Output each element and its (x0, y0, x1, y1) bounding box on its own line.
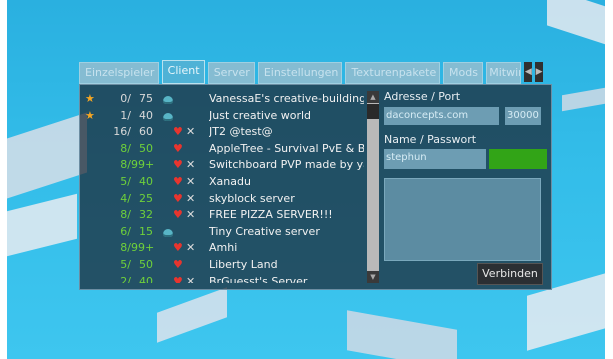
server-name: Switchboard PVP made by ya (209, 158, 364, 172)
cloud (347, 310, 457, 359)
server-name: VanessaE's creative-building (209, 92, 364, 105)
address-input[interactable]: daconcepts.com (384, 107, 499, 125)
player-count: 5/50 (120, 257, 153, 271)
damage-heart-icon: ♥ (173, 191, 183, 205)
client-panel: ★ 0/75 VanessaE's creative-building ★ 1/40 Ju… (79, 84, 552, 290)
server-name: Amhi (209, 241, 238, 255)
damage-heart-icon: ♥ (173, 241, 183, 255)
player-count: 8/99+ (120, 158, 155, 172)
server-row[interactable]: 16/60 ♥ ✕ JT2 @test@ (85, 124, 364, 141)
player-count: 2/40 (120, 274, 153, 283)
player-count: 5/40 (120, 174, 153, 188)
creative-mode-icon (163, 108, 173, 125)
damage-heart-icon: ♥ (173, 125, 183, 139)
port-input[interactable]: 30000 (505, 107, 541, 125)
server-name: Just creative world (209, 108, 312, 122)
damage-heart-icon: ♥ (173, 174, 183, 188)
server-name: Liberty Land (209, 257, 278, 271)
pvp-swords-icon: ✕ (186, 158, 196, 172)
server-name: skyblock server (209, 191, 295, 205)
tab-client[interactable]: Client (161, 60, 205, 84)
damage-heart-icon: ♥ (173, 257, 183, 271)
server-name: AppleTree - Survival PvE & B (209, 141, 364, 155)
player-count: 4/25 (120, 191, 153, 205)
password-input[interactable] (489, 149, 547, 169)
tab-einzelspieler[interactable]: Einzelspieler (79, 62, 159, 84)
damage-heart-icon: ♥ (173, 208, 183, 222)
player-count: 1/40 (120, 108, 153, 122)
server-row[interactable]: ★ 0/75 VanessaE's creative-building (85, 91, 364, 108)
tab-texturenpakete[interactable]: Texturenpakete (345, 62, 441, 84)
tab-einstellungen[interactable]: Einstellungen (257, 62, 343, 84)
tab-server[interactable]: Server (207, 62, 255, 84)
pvp-swords-icon: ✕ (186, 241, 196, 255)
tab-mods[interactable]: Mods (443, 62, 484, 84)
player-count: 8/50 (120, 141, 153, 155)
server-list[interactable]: ★ 0/75 VanessaE's creative-building ★ 1/40 Ju… (85, 91, 364, 283)
cloud (7, 193, 77, 262)
server-row[interactable]: ★ 1/40 Just creative world (85, 108, 364, 125)
server-row[interactable]: 5/40 ♥ ✕ Xanadu (85, 174, 364, 191)
scroll-up-icon[interactable]: ▲ (367, 91, 379, 103)
server-description-box (384, 178, 541, 261)
player-count: 8/99+ (120, 241, 155, 255)
server-row[interactable]: 8/50 ♥ AppleTree - Survival PvE & B (85, 141, 364, 158)
pvp-swords-icon: ✕ (186, 174, 196, 188)
cloud (562, 84, 605, 112)
server-row[interactable]: 8/32 ♥ ✕ FREE PIZZA SERVER!!! (85, 207, 364, 224)
server-row[interactable]: 6/15 Tiny Creative server (85, 224, 364, 241)
server-row[interactable]: 2/40 ♥ ✕ BrGuesst's Server (85, 274, 364, 283)
pvp-swords-icon: ✕ (186, 208, 196, 222)
scrollbar-thumb[interactable] (367, 104, 379, 119)
main-menu-tabs: Einzelspieler Client Server Einstellunge… (79, 60, 544, 84)
pvp-swords-icon: ✕ (186, 191, 196, 205)
address-port-label: Adresse / Port (384, 90, 461, 103)
player-count: 8/32 (120, 208, 153, 222)
tab-scroll-left-icon[interactable]: ◀ (524, 62, 533, 82)
player-count: 0/75 (120, 92, 153, 105)
server-name: Tiny Creative server (209, 224, 320, 238)
scroll-down-icon[interactable]: ▼ (367, 271, 379, 283)
server-name: Xanadu (209, 174, 251, 188)
damage-heart-icon: ♥ (173, 274, 183, 283)
cloud (157, 287, 227, 343)
server-list-scrollbar[interactable]: ▲ ▼ (367, 91, 379, 283)
pvp-swords-icon: ✕ (186, 125, 196, 139)
pvp-swords-icon: ✕ (186, 274, 196, 283)
name-input[interactable]: stephun (384, 149, 486, 169)
server-name: FREE PIZZA SERVER!!! (209, 208, 333, 222)
tab-scroll-right-icon[interactable]: ▶ (535, 62, 544, 82)
damage-heart-icon: ♥ (173, 158, 183, 172)
player-count: 16/60 (113, 125, 153, 139)
cloud (547, 0, 605, 55)
server-row[interactable]: 8/99+ ♥ ✕ Switchboard PVP made by ya (85, 157, 364, 174)
server-row[interactable]: 4/25 ♥ ✕ skyblock server (85, 191, 364, 208)
connect-button[interactable]: Verbinden (477, 263, 543, 285)
creative-mode-icon (163, 91, 173, 108)
server-name: JT2 @test@ (209, 125, 273, 139)
creative-mode-icon (163, 224, 173, 241)
name-password-label: Name / Passwort (384, 133, 477, 146)
server-name: BrGuesst's Server (209, 274, 308, 283)
server-row[interactable]: 8/99+ ♥ ✕ Amhi (85, 240, 364, 257)
tab-mitwirken[interactable]: Mitwirken (486, 62, 522, 84)
damage-heart-icon: ♥ (173, 141, 183, 155)
player-count: 6/15 (120, 224, 153, 238)
server-row[interactable]: 5/50 ♥ Liberty Land (85, 257, 364, 274)
